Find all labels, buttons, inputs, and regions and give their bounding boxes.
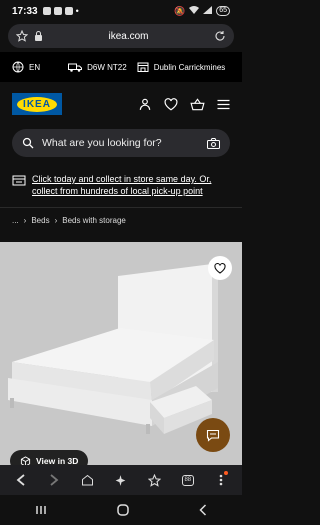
system-back-icon[interactable] — [199, 504, 207, 516]
add-to-favourites-button[interactable] — [208, 256, 232, 280]
breadcrumb: ... › Beds › Beds with storage — [12, 216, 126, 225]
globe-icon — [12, 61, 24, 73]
browser-bottom-bar: 88 — [0, 465, 242, 495]
chat-support-button[interactable] — [196, 418, 230, 452]
product-image[interactable]: View in 3D — [0, 242, 242, 465]
postcode-selector[interactable]: D6W NT22 — [68, 62, 127, 73]
chevron-right-icon: › — [23, 216, 27, 225]
language-selector[interactable]: EN — [12, 61, 40, 73]
system-icons: 🔕 65 — [174, 6, 230, 17]
more-menu-icon[interactable] — [211, 470, 231, 490]
reload-icon[interactable] — [214, 30, 226, 42]
store-label: Dublin Carrickmines — [153, 62, 226, 72]
locale-bar: EN D6W NT22 Dublin Carrickmines — [0, 52, 242, 82]
android-navigation-bar — [0, 495, 242, 525]
logo-text: IKEA — [17, 96, 57, 112]
breadcrumb-item-beds-with-storage[interactable]: Beds with storage — [62, 216, 126, 225]
bookmark-star-icon[interactable] — [16, 30, 28, 42]
recent-apps-icon[interactable] — [35, 505, 47, 515]
click-collect-link[interactable]: Click today and collect in store same da… — [32, 173, 236, 197]
bookmarks-star-icon[interactable] — [144, 470, 164, 490]
messaging-notification-icon — [64, 7, 73, 15]
language-label: EN — [29, 62, 41, 72]
breadcrumb-item-beds[interactable]: Beds — [31, 216, 49, 225]
notification-icons: • — [42, 6, 79, 16]
favourites-heart-icon[interactable] — [164, 97, 178, 111]
status-bar: 17:33 • 🔕 65 — [0, 0, 242, 22]
ai-sparkle-icon[interactable] — [111, 470, 131, 490]
app-notification-icon — [42, 7, 51, 15]
signal-icon — [203, 6, 213, 16]
site-header: IKEA — [0, 82, 242, 126]
home-button-icon[interactable] — [117, 504, 129, 516]
breadcrumb-ellipsis[interactable]: ... — [12, 216, 19, 225]
wifi-icon — [189, 6, 200, 16]
update-dot-icon — [224, 471, 229, 475]
menu-hamburger-icon[interactable] — [217, 99, 230, 110]
mute-icon: 🔕 — [173, 5, 186, 16]
chat-bubble-icon — [206, 429, 220, 442]
dot-icon: • — [75, 6, 79, 16]
lock-icon — [34, 31, 43, 41]
camera-search-icon[interactable] — [207, 137, 220, 149]
tabs-icon[interactable]: 88 — [178, 470, 198, 490]
store-selector[interactable]: Dublin Carrickmines — [137, 61, 226, 73]
shopping-basket-icon[interactable] — [190, 97, 205, 111]
search-bar[interactable]: What are you looking for? — [12, 129, 230, 157]
status-time: 17:33 — [12, 5, 38, 17]
store-pickup-icon — [12, 173, 26, 197]
search-placeholder: What are you looking for? — [42, 137, 162, 149]
mail-notification-icon — [53, 7, 62, 15]
3d-cube-icon — [20, 455, 31, 465]
delivery-truck-icon — [68, 62, 83, 73]
view-in-3d-button[interactable]: View in 3D — [10, 450, 89, 465]
heart-icon — [214, 262, 226, 274]
address-bar[interactable]: ikea.com — [8, 24, 234, 48]
store-icon — [137, 61, 149, 73]
header-actions — [138, 97, 230, 111]
search-icon — [22, 137, 34, 149]
browser-toolbar: ikea.com — [0, 22, 242, 52]
ikea-logo[interactable]: IKEA — [12, 93, 62, 115]
url-text[interactable]: ikea.com — [43, 31, 214, 42]
battery-indicator: 65 — [216, 6, 230, 16]
back-arrow-icon[interactable] — [11, 470, 31, 490]
click-collect-banner: Click today and collect in store same da… — [12, 173, 236, 197]
forward-arrow-icon[interactable] — [44, 470, 64, 490]
home-icon[interactable] — [78, 470, 98, 490]
account-icon[interactable] — [138, 97, 152, 111]
postcode-label: D6W NT22 — [87, 62, 127, 72]
header-divider — [0, 207, 242, 208]
chevron-right-icon: › — [54, 216, 58, 225]
view-in-3d-label: View in 3D — [36, 456, 79, 465]
